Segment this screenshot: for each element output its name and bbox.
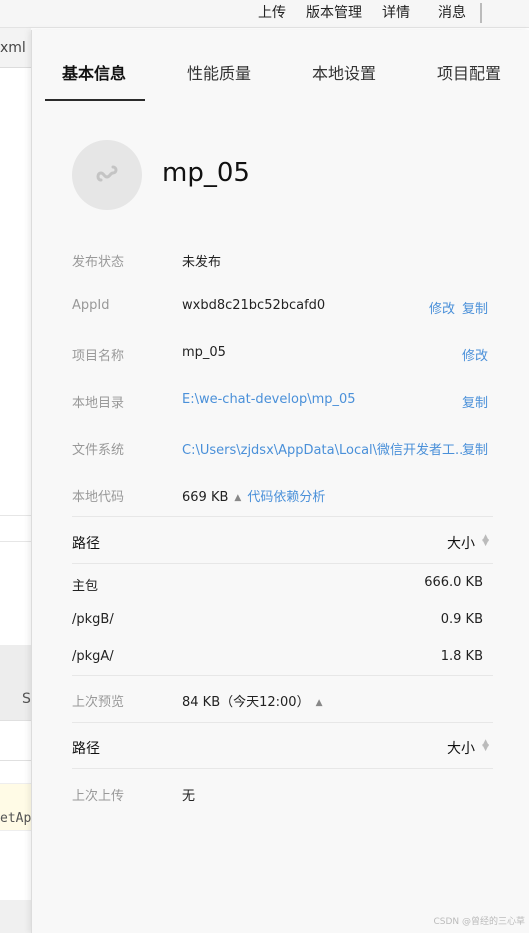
- last-upload-value: 无: [182, 789, 196, 804]
- sort-icon[interactable]: ▲ ▼: [482, 739, 489, 753]
- last-preview-value: 84 KB（今天12:00）: [182, 695, 310, 710]
- chevron-up-icon[interactable]: ▲: [316, 698, 323, 708]
- details-button[interactable]: 详情: [372, 0, 420, 26]
- editor-panel-tab-fragment[interactable]: S: [22, 691, 31, 707]
- appid-edit-button[interactable]: 修改: [429, 298, 455, 317]
- editor-tab-fragment[interactable]: xml: [0, 40, 26, 56]
- last-preview-label: 上次预览: [72, 695, 125, 710]
- chevron-up-icon[interactable]: ▲: [234, 493, 241, 503]
- details-tabs: 基本信息 性能质量 本地设置 项目配置: [32, 30, 529, 101]
- project-name-value: mp_05: [182, 345, 226, 360]
- project-avatar: [72, 140, 142, 210]
- project-title: mp_05: [162, 158, 250, 188]
- table-row-size: 1.8 KB: [440, 649, 483, 664]
- local-code-size: 669 KB: [182, 490, 229, 505]
- details-panel: 基本信息 性能质量 本地设置 项目配置 mp_05 发布状态 未发布 AppId…: [31, 30, 529, 933]
- tab-project-config[interactable]: 项目配置: [437, 60, 501, 84]
- version-management-button[interactable]: 版本管理: [296, 0, 372, 26]
- table-row-size: 666.0 KB: [424, 575, 483, 590]
- preview-path-header: 路径: [72, 741, 100, 757]
- tab-basic-info[interactable]: 基本信息: [62, 60, 126, 84]
- tab-performance-quality[interactable]: 性能质量: [187, 60, 251, 84]
- editor-statusbar: [0, 900, 31, 933]
- sort-icon[interactable]: ▲ ▼: [482, 534, 489, 548]
- watermark: CSDN @曾经的三心草: [433, 917, 525, 927]
- mini-program-icon: [96, 165, 118, 182]
- appid-value: wxbd8c21bc52bcafd0: [182, 298, 326, 313]
- file-system-label: 文件系统: [72, 443, 125, 458]
- messages-button[interactable]: 消息: [420, 0, 476, 26]
- top-menu: 上传 版本管理 详情 消息: [248, 0, 529, 26]
- local-dir-copy-button[interactable]: 复制: [462, 392, 488, 411]
- dependency-analysis-link[interactable]: 代码依赖分析: [247, 490, 325, 505]
- table-row-path: /pkgB/: [72, 612, 114, 627]
- project-name-label: 项目名称: [72, 349, 125, 364]
- file-system-copy-button[interactable]: 复制: [462, 439, 488, 458]
- publish-status-value: 未发布: [182, 255, 222, 270]
- table-row-path: /pkgA/: [72, 649, 114, 664]
- local-code-label: 本地代码: [72, 490, 125, 505]
- last-upload-label: 上次上传: [72, 789, 125, 804]
- preview-size-header[interactable]: 大小: [447, 738, 475, 758]
- tab-local-settings[interactable]: 本地设置: [312, 60, 376, 84]
- project-name-edit-button[interactable]: 修改: [462, 345, 488, 364]
- publish-status-label: 发布状态: [72, 255, 125, 270]
- local-code-path-header: 路径: [72, 536, 100, 552]
- appid-label: AppId: [72, 298, 110, 313]
- active-tab-indicator: [45, 99, 145, 101]
- local-dir-link[interactable]: E:\we-chat-develop\mp_05: [182, 392, 356, 407]
- editor-code-fragment: etAp: [0, 811, 32, 826]
- editor-panel-header: [0, 645, 31, 720]
- appid-copy-button[interactable]: 复制: [462, 298, 488, 317]
- local-code-size-header[interactable]: 大小: [447, 533, 475, 553]
- table-row-path: 主包: [72, 579, 99, 594]
- menu-divider: [480, 3, 482, 23]
- local-dir-label: 本地目录: [72, 396, 125, 411]
- table-row-size: 0.9 KB: [440, 612, 483, 627]
- file-system-link[interactable]: C:\Users\zjdsx\AppData\Local\微信开发者工...: [182, 439, 462, 458]
- upload-button[interactable]: 上传: [248, 0, 296, 26]
